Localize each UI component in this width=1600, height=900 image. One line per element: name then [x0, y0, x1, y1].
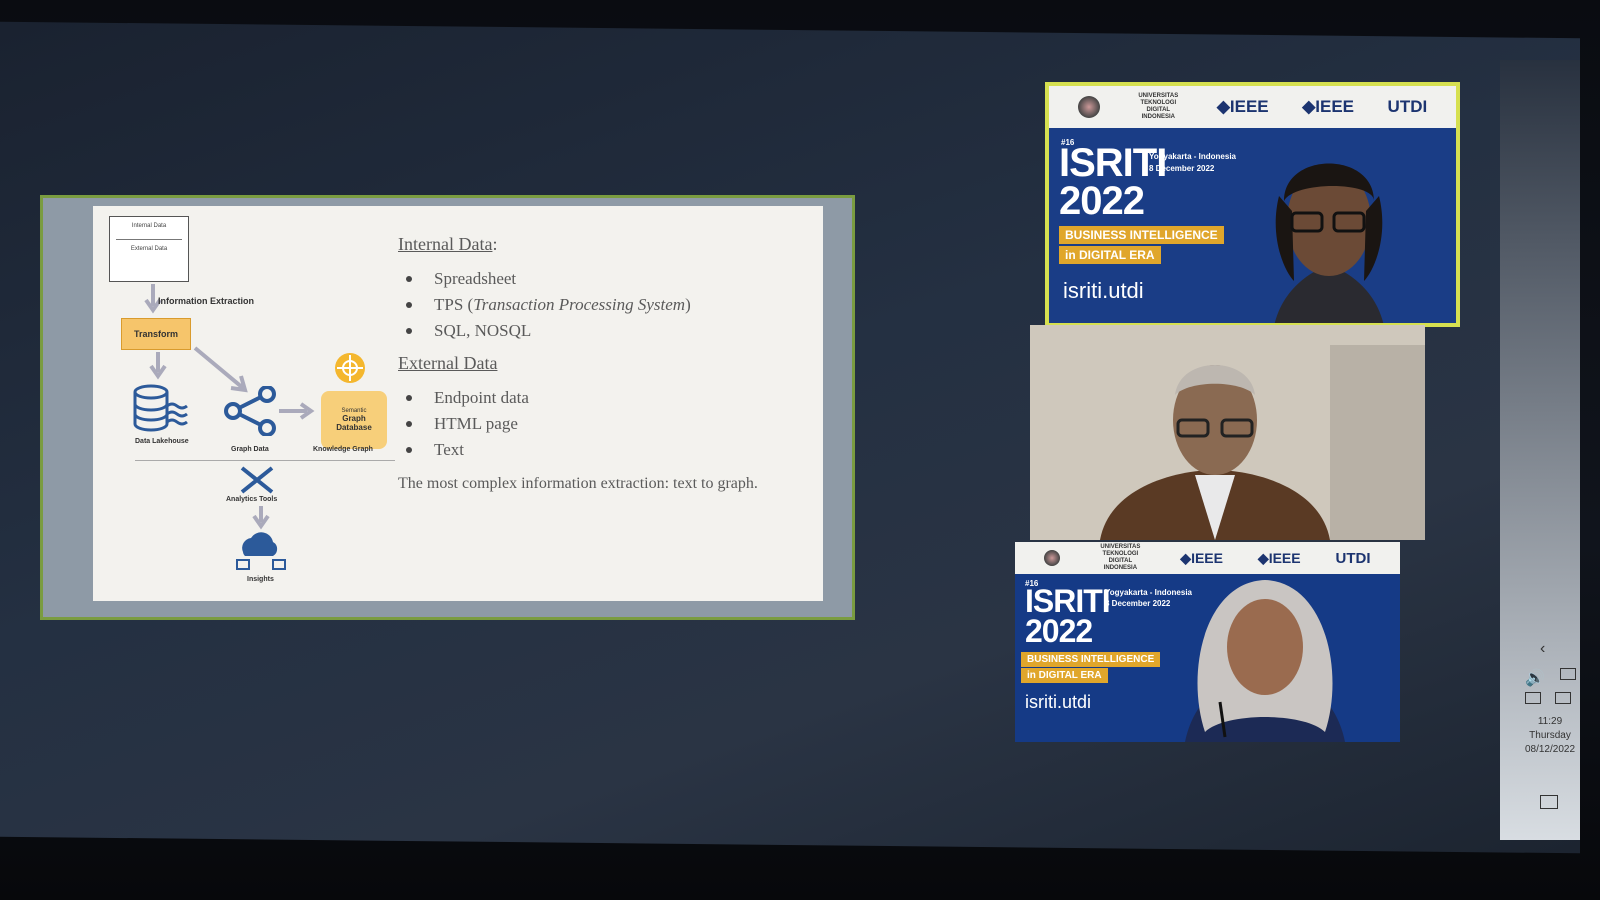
notification-icon[interactable] [1540, 795, 1558, 809]
sponsor-banner: UNIVERSITAS TEKNOLOGI DIGITAL INDONESIA … [1049, 86, 1456, 128]
transform-box: Transform [121, 318, 191, 350]
data-sources-box: Internal Data External Data [109, 216, 189, 282]
cloud-insights-icon [236, 532, 286, 570]
university-logo: UNIVERSITAS TEKNOLOGI DIGITAL INDONESIA [1100, 544, 1141, 571]
slide-note: The most complex information extraction:… [398, 475, 758, 492]
arrow-down-icon [149, 352, 167, 380]
tray-time: 11:29 [1537, 716, 1563, 727]
list-item: Endpoint data [398, 388, 813, 408]
list-item: Spreadsheet [398, 269, 813, 289]
slide-text: Internal Data: Spreadsheet TPS (Transact… [398, 234, 813, 495]
external-data-box-label: External Data [130, 246, 168, 252]
tray-clock[interactable]: 11:29 Thursday 08/12/2022 [1515, 715, 1585, 757]
battery-icon[interactable] [1525, 692, 1541, 704]
semantic-badge-icon [335, 353, 365, 383]
list-item: SQL, NOSQL [398, 321, 813, 341]
internal-data-box-label: Internal Data [131, 223, 167, 229]
list-item: HTML page [398, 414, 813, 434]
list-item: Text [398, 440, 813, 460]
university-seal-icon [1077, 96, 1100, 118]
utdi-logo: UTDI [1387, 97, 1428, 116]
theme-line-1: BUSINESS INTELLIGENCE [1021, 652, 1161, 667]
participant-video-feed [1185, 580, 1345, 742]
event-website: isriti.utdi [1025, 692, 1092, 712]
theme-line-2: in DIGITAL ERA [1059, 246, 1161, 264]
speaker-icon[interactable]: 🔊 [1525, 668, 1545, 687]
analytics-tools-icon [240, 466, 274, 494]
shared-screen: Internal Data External Data Information … [40, 195, 855, 620]
participant-video-tile-active-speaker[interactable]: UNIVERSITAS TEKNOLOGI DIGITAL INDONESIA … [1045, 82, 1460, 327]
speaker-video-feed [1274, 163, 1384, 323]
analytics-tools-label: Analytics Tools [226, 496, 278, 503]
event-date: 8 December 2022 [1105, 599, 1171, 608]
chevron-left-icon[interactable]: ‹ [1540, 640, 1545, 658]
event-website: isriti.utdi [1063, 278, 1144, 303]
ieee-section-logo: ◆IEEE [1302, 97, 1355, 116]
diagram-divider [135, 460, 395, 461]
participant-video-tile[interactable]: UNIVERSITAS TEKNOLOGI DIGITAL INDONESIA … [1015, 542, 1400, 742]
university-seal-icon [1044, 550, 1061, 566]
tray-date: 08/12/2022 [1524, 744, 1576, 755]
event-location: Yogyakarta - Indonesia [1149, 152, 1236, 161]
internal-data-list: Spreadsheet TPS (Transaction Processing … [398, 269, 813, 341]
event-title: ISRITI 2022 [1025, 583, 1111, 649]
external-data-heading: External Data [398, 353, 498, 373]
graph-data-label: Graph Data [231, 446, 269, 453]
slide-page: Internal Data External Data Information … [93, 206, 823, 601]
external-data-list: Endpoint data HTML page Text [398, 388, 813, 460]
theme-line-2: in DIGITAL ERA [1021, 668, 1108, 683]
information-extraction-label: Information Extraction [158, 296, 255, 306]
insights-label: Insights [247, 576, 274, 583]
tray-day: Thursday [1529, 730, 1571, 741]
network-icon[interactable] [1560, 668, 1576, 680]
list-item: TPS (Transaction Processing System) [398, 295, 813, 315]
graph-database-cylinder: Semantic Graph Database [321, 391, 387, 449]
display-icon[interactable] [1555, 692, 1571, 704]
university-logo: UNIVERSITAS TEKNOLOGI DIGITAL INDONESIA [1138, 93, 1179, 120]
participant-video-feed [1030, 325, 1425, 540]
arrow-down-icon [252, 506, 270, 530]
architecture-diagram: Internal Data External Data Information … [93, 206, 395, 601]
database-icon [133, 384, 188, 432]
theme-line-1: BUSINESS INTELLIGENCE [1059, 226, 1224, 244]
share-graph-icon [224, 386, 276, 436]
internal-data-heading: Internal Data: [398, 234, 498, 254]
participant-video-tile[interactable] [1030, 325, 1425, 540]
knowledge-graph-label: Knowledge Graph [313, 446, 373, 453]
ieee-logo: ◆IEEE [1216, 97, 1269, 116]
data-lakehouse-label: Data Lakehouse [135, 438, 189, 445]
event-date: 8 December 2022 [1149, 164, 1215, 173]
arrow-right-icon [279, 402, 315, 420]
graph-database-label: Graph Database [336, 414, 372, 432]
